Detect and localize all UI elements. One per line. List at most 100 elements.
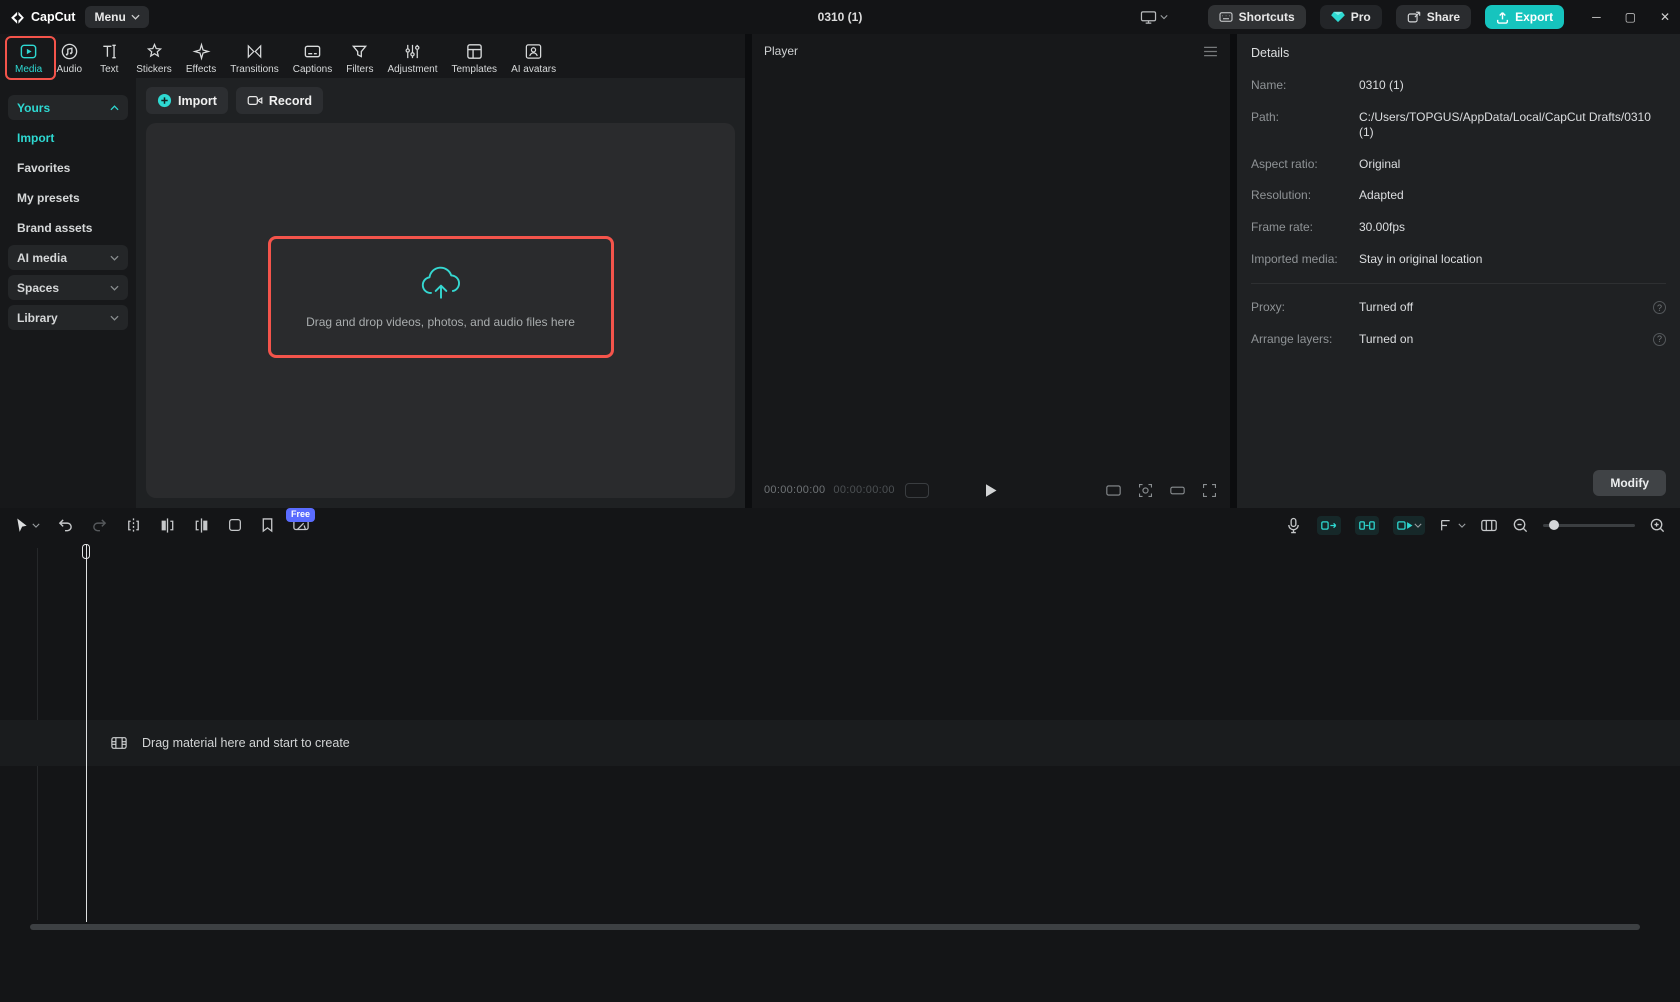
player-menu-icon[interactable] [1203, 46, 1218, 57]
player-title: Player [764, 44, 798, 58]
sidebar-item-label: AI media [17, 251, 67, 265]
details-field-proxy: Proxy: Turned off ? [1237, 292, 1680, 324]
help-icon[interactable]: ? [1653, 333, 1666, 346]
playhead-handle[interactable] [82, 544, 90, 559]
track-placeholder[interactable]: Drag material here and start to create [0, 720, 1680, 766]
smart-edit-button[interactable]: Free [292, 517, 310, 533]
timeline-section: Free [0, 508, 1680, 1002]
tab-ai-avatars[interactable]: AI avatars [504, 38, 563, 79]
details-field-name: Name: 0310 (1) [1237, 70, 1680, 102]
timecode-options-button[interactable] [905, 483, 929, 498]
cloud-upload-icon [418, 264, 464, 302]
redo-button[interactable] [91, 517, 108, 533]
close-button[interactable]: ✕ [1660, 10, 1670, 24]
magnetic-snap-toggle[interactable] [1355, 516, 1379, 535]
help-icon[interactable]: ? [1653, 301, 1666, 314]
media-dropzone[interactable]: Drag and drop videos, photos, and audio … [146, 123, 735, 498]
mark-icon[interactable] [260, 517, 275, 533]
fullscreen-icon[interactable] [1201, 482, 1218, 499]
details-field-aspect-ratio: Aspect ratio: Original [1237, 149, 1680, 181]
import-button[interactable]: Import [146, 87, 228, 114]
horizontal-scrollbar[interactable] [30, 924, 1640, 930]
sticker-icon [145, 42, 164, 61]
tab-transitions[interactable]: Transitions [223, 38, 286, 79]
sidebar-item-ai-media[interactable]: AI media [8, 245, 128, 270]
timeline-zoom-slider[interactable] [1543, 524, 1635, 527]
tab-effects[interactable]: Effects [179, 38, 223, 79]
select-tool-button[interactable] [14, 517, 40, 533]
track-options-button[interactable] [1439, 518, 1466, 533]
pro-badge[interactable]: Pro [1320, 5, 1382, 29]
field-value: 30.00fps [1359, 220, 1666, 236]
tab-label: Captions [293, 64, 332, 75]
undo-button[interactable] [57, 517, 74, 533]
tab-stickers[interactable]: Stickers [129, 38, 179, 79]
field-label: Imported media: [1251, 252, 1359, 266]
tab-captions[interactable]: Captions [286, 38, 339, 79]
camera-icon [247, 94, 263, 107]
share-icon [1407, 11, 1421, 24]
zoom-out-icon[interactable] [1512, 517, 1529, 534]
field-label: Aspect ratio: [1251, 157, 1359, 171]
split-icon[interactable] [125, 517, 142, 534]
fit-to-frame-icon[interactable] [1137, 482, 1154, 499]
canvas-size-icon[interactable] [1169, 483, 1186, 498]
auto-ripple-toggle[interactable] [1317, 516, 1341, 535]
microphone-icon[interactable] [1286, 517, 1301, 534]
details-field-arrange-layers: Arrange layers: Turned on ? [1237, 324, 1680, 356]
details-field-path: Path: C:/Users/TOPGUS/AppData/Local/CapC… [1237, 102, 1680, 149]
sidebar-item-my-presets[interactable]: My presets [8, 185, 128, 210]
tab-adjustment[interactable]: Adjustment [380, 38, 444, 79]
sidebar-item-brand-assets[interactable]: Brand assets [8, 215, 128, 240]
sidebar-item-library[interactable]: Library [8, 305, 128, 330]
sidebar-item-import[interactable]: Import [8, 125, 128, 150]
menu-label: Menu [94, 10, 125, 24]
sidebar-item-label: My presets [17, 191, 80, 205]
timeline-tracks-area[interactable]: Drag material here and start to create [0, 542, 1680, 1002]
maximize-button[interactable]: ▢ [1625, 10, 1636, 24]
ai-avatars-icon [524, 42, 543, 61]
minimize-button[interactable]: ─ [1592, 10, 1601, 24]
menu-button[interactable]: Menu [85, 6, 148, 28]
field-label: Resolution: [1251, 188, 1359, 202]
transitions-icon [245, 42, 264, 61]
delete-right-icon[interactable] [193, 517, 210, 534]
sidebar-item-favorites[interactable]: Favorites [8, 155, 128, 180]
sidebar-item-label: Favorites [17, 161, 70, 175]
record-button[interactable]: Record [236, 87, 323, 114]
field-value: 0310 (1) [1359, 78, 1666, 94]
tab-media[interactable]: Media [8, 38, 49, 79]
effects-icon [192, 42, 211, 61]
shortcuts-button[interactable]: Shortcuts [1208, 5, 1306, 29]
field-value: C:/Users/TOPGUS/AppData/Local/CapCut Dra… [1359, 110, 1666, 141]
film-strip-icon [110, 735, 128, 751]
audio-icon [60, 42, 79, 61]
sidebar-item-yours[interactable]: Yours [8, 95, 128, 120]
export-button[interactable]: Export [1485, 5, 1564, 29]
details-panel: Details Name: 0310 (1) Path: C:/Users/TO… [1237, 34, 1680, 508]
play-button[interactable] [985, 483, 998, 498]
tab-label: Media [15, 64, 42, 75]
zoom-slider-handle[interactable] [1549, 520, 1559, 530]
capcut-logo-icon [10, 10, 25, 25]
delete-clip-icon[interactable] [227, 517, 243, 533]
media-content: Import Record Drag and drop videos, phot… [136, 78, 745, 508]
filters-icon [350, 42, 369, 61]
tab-audio[interactable]: Audio [49, 38, 89, 79]
tab-templates[interactable]: Templates [444, 38, 504, 79]
sidebar-item-spaces[interactable]: Spaces [8, 275, 128, 300]
chevron-down-icon [32, 523, 40, 528]
zoom-in-icon[interactable] [1649, 517, 1666, 534]
delete-left-icon[interactable] [159, 517, 176, 534]
link-clips-toggle[interactable] [1393, 516, 1425, 535]
tab-filters[interactable]: Filters [339, 38, 380, 79]
modify-button[interactable]: Modify [1593, 470, 1666, 496]
tab-text[interactable]: Text [89, 38, 129, 79]
preview-frames-icon[interactable] [1480, 518, 1498, 533]
free-badge: Free [286, 508, 315, 522]
display-device-button[interactable] [1140, 10, 1168, 25]
details-field-frame-rate: Frame rate: 30.00fps [1237, 212, 1680, 244]
playhead[interactable] [86, 544, 87, 922]
aspect-ratio-icon[interactable] [1105, 483, 1122, 498]
share-button[interactable]: Share [1396, 5, 1471, 29]
